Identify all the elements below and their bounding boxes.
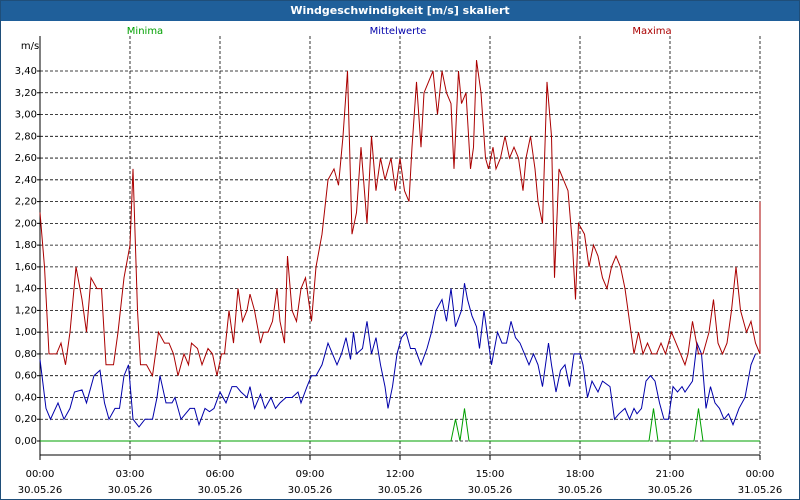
- grid: [40, 36, 761, 455]
- x-tick-date-label: 30.05.26: [558, 485, 603, 496]
- y-tick-label: 0,40: [15, 392, 37, 403]
- y-tick-label: 2,60: [15, 153, 37, 164]
- x-tick-date-label: 31.05.26: [738, 485, 783, 496]
- x-tick-time-label: 15:00: [476, 469, 505, 480]
- y-tick-label: 2,00: [15, 218, 37, 229]
- x-tick-date-label: 30.05.26: [288, 485, 333, 496]
- x-tick-time-label: 03:00: [116, 469, 145, 480]
- x-tick-time-label: 18:00: [566, 469, 595, 480]
- x-tick-time-label: 00:00: [26, 469, 55, 480]
- y-tick-label: 0,80: [15, 349, 37, 360]
- x-tick-date-label: 30.05.26: [468, 485, 513, 496]
- y-axis-unit-label: m/s: [21, 41, 39, 52]
- x-tick-time-label: 12:00: [386, 469, 415, 480]
- y-tick-label: 0,00: [15, 436, 37, 447]
- y-tick-label: 2,80: [15, 131, 37, 142]
- y-tick-label: 2,20: [15, 197, 37, 208]
- y-tick-label: 0,20: [15, 414, 37, 425]
- y-tick-label: 0,60: [15, 371, 37, 382]
- x-tick-time-label: 09:00: [296, 469, 325, 480]
- x-tick-time-label: 21:00: [656, 469, 685, 480]
- x-tick-time-label: 00:00: [746, 469, 775, 480]
- y-tick-label: 1,60: [15, 262, 37, 273]
- y-tick-label: 1,80: [15, 240, 37, 251]
- x-tick-time-label: 06:00: [206, 469, 235, 480]
- legend: Minima Mittelwerte Maxima: [127, 26, 672, 37]
- y-tick-label: 1,00: [15, 327, 37, 338]
- y-tick-label: 1,40: [15, 284, 37, 295]
- legend-minima: Minima: [127, 26, 163, 37]
- y-tick-label: 2,40: [15, 175, 37, 186]
- y-tick-label: 3,00: [15, 110, 37, 121]
- legend-maxima: Maxima: [632, 26, 671, 37]
- y-tick-label: 3,20: [15, 88, 37, 99]
- wind-speed-chart: 0,00 0,20 0,40 0,60 0,80 1,00 1,20 1,40 1,60 1,80…: [15, 26, 783, 496]
- x-tick-date-label: 30.05.26: [18, 485, 63, 496]
- x-tick-date-label: 30.05.26: [648, 485, 693, 496]
- x-tick-date-label: 30.05.26: [378, 485, 423, 496]
- x-tick-date-label: 30.05.26: [108, 485, 153, 496]
- legend-mittelwerte: Mittelwerte: [370, 26, 427, 37]
- mittelwerte-line: [39, 283, 756, 428]
- y-tick-label: 3,40: [15, 66, 37, 77]
- y-tick-label: 1,20: [15, 305, 37, 316]
- x-tick-date-label: 30.05.26: [198, 485, 243, 496]
